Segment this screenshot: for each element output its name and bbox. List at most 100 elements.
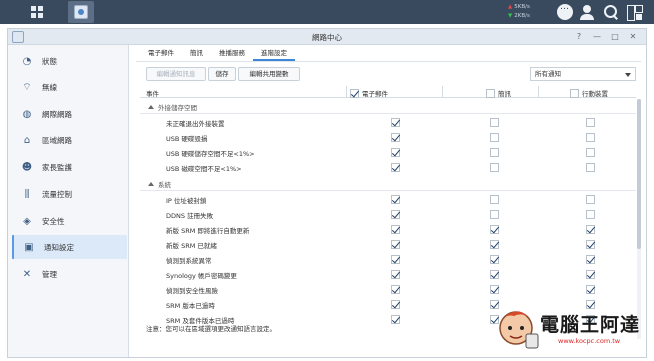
email-checkbox[interactable] — [391, 285, 400, 294]
sms-checkbox[interactable] — [490, 133, 499, 142]
help-button[interactable]: ? — [573, 31, 585, 43]
email-checkbox[interactable] — [391, 270, 400, 279]
mobile-checkbox[interactable] — [586, 225, 595, 234]
select-all-email-checkbox[interactable] — [350, 88, 359, 98]
mobile-checkbox[interactable] — [586, 210, 595, 219]
email-checkbox[interactable] — [391, 133, 400, 142]
table-scrollbar[interactable] — [637, 99, 641, 339]
select-all-mobile-checkbox[interactable] — [570, 88, 579, 98]
mobile-checkbox[interactable] — [586, 133, 595, 142]
mobile-checkbox[interactable] — [586, 118, 595, 127]
row-label: Synology 帳戶密碼變更 — [166, 272, 237, 280]
group-label: 外接儲存空間 — [158, 104, 197, 112]
sms-checkbox[interactable] — [490, 225, 499, 234]
sidebar-item-local-network[interactable]: ⌂ 區域網路 — [12, 128, 127, 152]
sidebar-item-wireless[interactable]: ⌔ 無線 — [12, 75, 127, 99]
mobile-checkbox[interactable] — [586, 285, 595, 294]
mobile-checkbox[interactable] — [586, 255, 595, 264]
sidebar-item-parental-control[interactable]: ☻ 家長監護 — [12, 155, 127, 179]
collapse-caret-icon — [148, 182, 154, 186]
email-checkbox[interactable] — [391, 255, 400, 264]
watermark: 電腦王阿達 www.kocpc.com.tw — [496, 304, 646, 356]
group-header-external-storage[interactable]: 外接儲存空間 — [148, 102, 197, 112]
sidebar: ◔ 狀態 ⌔ 無線 ◍ 網際網路 ⌂ 區域網路 ☻ 家長監護 ⫼ 流量控制 ◈ 安全性 ▣ 通知… — [8, 45, 129, 357]
email-checkbox[interactable] — [391, 210, 400, 219]
mobile-checkbox[interactable] — [586, 148, 595, 157]
table-row: USB 磁碟空間不足<1%> — [140, 160, 636, 175]
sms-checkbox[interactable] — [490, 148, 499, 157]
sidebar-item-notification[interactable]: ▣ 通知設定 — [12, 235, 127, 259]
sidebar-item-label: 流量控制 — [42, 189, 72, 199]
sidebar-item-label: 通知設定 — [44, 242, 74, 252]
family-icon: ☻ — [21, 161, 33, 173]
sidebar-item-traffic-control[interactable]: ⫼ 流量控制 — [12, 182, 127, 206]
sms-checkbox[interactable] — [490, 210, 499, 219]
close-button[interactable]: ✕ — [627, 31, 639, 43]
sms-checkbox[interactable] — [490, 285, 499, 294]
tab-push-service[interactable]: 推播服務 — [211, 47, 253, 61]
download-speed: 2KB/s — [514, 13, 530, 19]
sms-checkbox[interactable] — [490, 118, 499, 127]
save-button[interactable]: 儲存 — [208, 67, 236, 81]
edit-shared-variables-button[interactable]: 編輯共用變數 — [238, 67, 300, 81]
main-menu-grid-icon[interactable] — [26, 1, 48, 23]
column-header-label: 行動裝置 — [582, 90, 608, 98]
chevron-down-icon — [625, 73, 631, 77]
table-row: Synology 帳戶密碼變更 — [140, 267, 636, 282]
scrollbar-thumb[interactable] — [637, 99, 641, 249]
table-header: 事件 電子郵件 簡訊 行動裝置 — [140, 86, 636, 98]
sidebar-item-security[interactable]: ◈ 安全性 — [12, 209, 127, 233]
edit-notification-message-button[interactable]: 編輯通知訊息 — [146, 67, 206, 81]
window-titlebar[interactable]: 網路中心 ? — □ ✕ — [8, 29, 646, 45]
notification-filter-select[interactable]: 所有通知 — [530, 67, 636, 81]
column-header-email: 電子郵件 — [350, 88, 388, 98]
tab-email[interactable]: 電子郵件 — [140, 47, 182, 61]
sidebar-item-management[interactable]: ✕ 管理 — [12, 262, 127, 286]
chat-icon[interactable] — [557, 2, 573, 20]
watermark-text: 電腦王阿達 — [540, 314, 641, 336]
minimize-button[interactable]: — — [591, 31, 603, 43]
table-row: USB 硬碟儲存空間不足<1%> — [140, 145, 636, 160]
tab-advanced-settings[interactable]: 進階設定 — [253, 47, 295, 61]
email-checkbox[interactable] — [391, 195, 400, 204]
sms-checkbox[interactable] — [490, 255, 499, 264]
sms-checkbox[interactable] — [490, 195, 499, 204]
email-checkbox[interactable] — [391, 118, 400, 127]
email-checkbox[interactable] — [391, 315, 400, 324]
column-header-sms: 簡訊 — [486, 88, 511, 98]
column-divider — [442, 86, 443, 98]
sms-checkbox[interactable] — [490, 270, 499, 279]
network-center-app-icon[interactable] — [68, 1, 94, 23]
email-checkbox[interactable] — [391, 163, 400, 172]
select-all-sms-checkbox[interactable] — [486, 88, 495, 98]
sms-checkbox[interactable] — [490, 240, 499, 249]
user-icon[interactable] — [579, 4, 595, 20]
sidebar-item-status[interactable]: ◔ 狀態 — [12, 49, 127, 73]
watermark-url: www.kocpc.com.tw — [558, 337, 621, 345]
email-checkbox[interactable] — [391, 240, 400, 249]
tab-sms[interactable]: 簡訊 — [182, 47, 211, 61]
taskbar: ▲ 5KB/s ▼ 2KB/s — [0, 0, 654, 24]
mobile-checkbox[interactable] — [586, 195, 595, 204]
mobile-checkbox[interactable] — [586, 240, 595, 249]
table-row: 未正確退出外接裝置 — [140, 115, 636, 130]
sidebar-item-internet[interactable]: ◍ 網際網路 — [12, 102, 127, 126]
table-row: DDNS 註冊失敗 — [140, 207, 636, 222]
row-label: IP 位址被封鎖 — [166, 197, 207, 205]
search-icon[interactable] — [603, 4, 619, 20]
widgets-icon[interactable] — [626, 4, 643, 21]
maximize-button[interactable]: □ — [609, 31, 621, 43]
home-network-icon: ⌂ — [23, 134, 31, 146]
mobile-checkbox[interactable] — [586, 270, 595, 279]
mobile-checkbox[interactable] — [586, 163, 595, 172]
email-checkbox[interactable] — [391, 225, 400, 234]
sms-checkbox[interactable] — [490, 163, 499, 172]
group-header-system[interactable]: 系統 — [148, 179, 171, 189]
row-label: 未正確退出外接裝置 — [166, 120, 225, 128]
row-label: 偵測到系統異常 — [166, 257, 212, 265]
network-speed-indicator: ▲ 5KB/s ▼ 2KB/s — [508, 3, 552, 21]
row-label: USB 磁碟空間不足<1%> — [166, 165, 242, 173]
table-row: USB 硬碟毀損 — [140, 130, 636, 145]
email-checkbox[interactable] — [391, 148, 400, 157]
email-checkbox[interactable] — [391, 300, 400, 309]
